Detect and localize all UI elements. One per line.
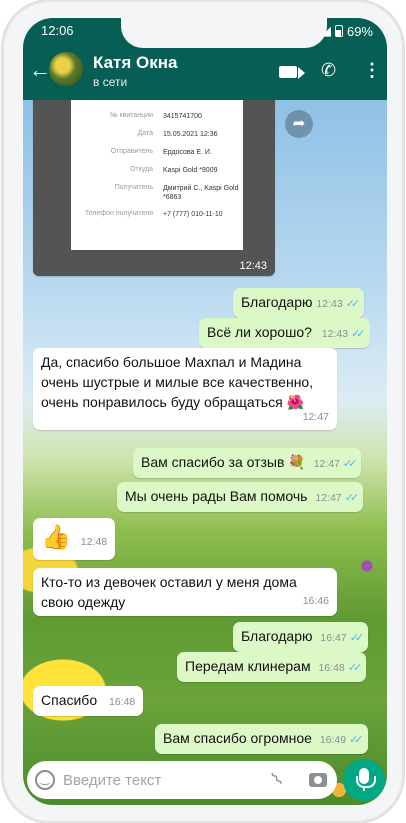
message-time: 12:47 (302, 411, 329, 423)
read-ticks-icon: ✓✓ (345, 298, 361, 310)
read-ticks-icon: ✓✓ (342, 458, 358, 470)
back-arrow-icon[interactable]: ← (29, 59, 51, 81)
message-text: Благодарю (241, 294, 313, 310)
message-time: 16:46 (302, 595, 329, 607)
battery-icon (334, 25, 343, 37)
message-bubble-in[interactable]: Спасибо 16:48 (33, 686, 144, 716)
video-call-icon[interactable] (279, 66, 297, 78)
notch (121, 18, 327, 48)
avatar[interactable] (49, 52, 83, 86)
message-time: 12:43 (316, 298, 343, 310)
read-ticks-icon: ✓✓ (347, 662, 363, 674)
message-text: Мы очень рады Вам помочь (125, 488, 308, 504)
message-time: 16:48 (318, 662, 345, 674)
thumbs-up-emoji: 👍 (41, 524, 71, 551)
receipt-image: № квитанции 3415741700 Дата 15.05.2021 1… (71, 100, 243, 250)
receipt-value: 3415741700 (163, 113, 202, 120)
message-text: Спасибо (41, 692, 98, 708)
read-ticks-icon: ✓✓ (349, 734, 364, 746)
message-bubble-in[interactable]: 👍 12:48 (33, 518, 116, 560)
message-text: Передам клинерам (185, 658, 311, 674)
message-time: 12:48 (80, 536, 108, 548)
read-ticks-icon: ✓✓ (344, 492, 360, 504)
receipt-value: Kaspi Gold *9009 (163, 167, 218, 174)
message-text: Благодарю (241, 628, 313, 644)
camera-icon[interactable] (309, 773, 327, 787)
message-text: Всё ли хорошо? (207, 324, 312, 340)
message-time: 12:47 (313, 458, 340, 470)
message-time: 12:43 (321, 328, 349, 340)
message-bubble-out[interactable]: Вам спасибо за отзыв 💐 12:47 ✓✓ (133, 448, 362, 478)
message-composer: ⌇ (27, 761, 337, 799)
forward-icon[interactable]: ➦ (285, 110, 313, 138)
message-text: Кто-то из девочек оставил у меня дома св… (41, 574, 297, 610)
message-bubble-out[interactable]: Всё ли хорошо? 12:43 ✓✓ (199, 318, 370, 348)
contact-presence: в сети (93, 75, 128, 89)
contact-name[interactable]: Катя Окна (93, 53, 177, 73)
chat-screen: 12:06 ▲◢ 69% ← Катя Окна в сети ✆ ⋮ № кв… (23, 18, 387, 805)
phone-call-icon[interactable]: ✆ (321, 60, 336, 81)
message-bubble-out[interactable]: Благодарю 12:43 ✓✓ (233, 288, 365, 318)
message-bubble-in[interactable]: Кто-то из девочек оставил у меня дома св… (33, 568, 337, 616)
more-menu-icon[interactable]: ⋮ (363, 60, 381, 81)
receipt-label: Отправитель (110, 148, 153, 155)
receipt-label: № квитанции (110, 112, 153, 119)
chat-header: ← Катя Окна в сети ✆ ⋮ (23, 44, 387, 100)
message-bubble-out[interactable]: Передам клинерам 16:48 ✓✓ (177, 652, 367, 682)
microphone-icon (356, 768, 376, 791)
read-ticks-icon: ✓✓ (349, 632, 365, 644)
message-bubble-out[interactable]: Вам спасибо огромное 16:49 ✓✓ (155, 724, 368, 754)
message-time: 16:47 (320, 632, 347, 644)
message-text: Вам спасибо за отзыв 💐 (141, 454, 306, 470)
message-time: 16:49 (319, 734, 347, 746)
battery-level: 69% (346, 23, 373, 39)
attach-clip-icon[interactable]: ⌇ (267, 769, 287, 791)
message-text: Вам спасибо огромное (163, 730, 312, 746)
message-text: Да, спасибо большое Махпал и Мадина очен… (41, 354, 314, 410)
message-bubble-out[interactable]: Мы очень рады Вам помочь 12:47 ✓✓ (117, 482, 364, 512)
message-time: 16:48 (109, 696, 136, 708)
receipt-label: Откуда (129, 166, 153, 173)
receipt-label: Телефон получателя (84, 210, 153, 217)
message-time: 12:47 (315, 492, 342, 504)
read-ticks-icon: ✓✓ (351, 328, 366, 340)
receipt-value: Ердосова Е. И. (163, 149, 212, 156)
receipt-label: Дата (137, 130, 153, 137)
receipt-value: +7 (777) 010-11-10 (163, 211, 223, 218)
message-time: 12:43 (239, 260, 267, 272)
message-bubble-in[interactable]: Да, спасибо большое Махпал и Мадина очен… (33, 348, 337, 430)
receipt-label: Получатель (114, 184, 153, 191)
message-bubble-out[interactable]: Благодарю 16:47 ✓✓ (233, 622, 369, 652)
status-time: 12:06 (41, 23, 74, 38)
message-input[interactable] (63, 770, 263, 790)
image-message[interactable]: № квитанции 3415741700 Дата 15.05.2021 1… (33, 100, 275, 276)
voice-record-button[interactable] (343, 759, 385, 801)
emoji-icon[interactable] (35, 770, 55, 790)
receipt-value: 15.05.2021 12:36 (163, 131, 218, 138)
phone-frame: 12:06 ▲◢ 69% ← Катя Окна в сети ✆ ⋮ № кв… (2, 0, 404, 823)
receipt-value: Дмитрий С., Kaspi Gold *6863 (163, 185, 239, 201)
